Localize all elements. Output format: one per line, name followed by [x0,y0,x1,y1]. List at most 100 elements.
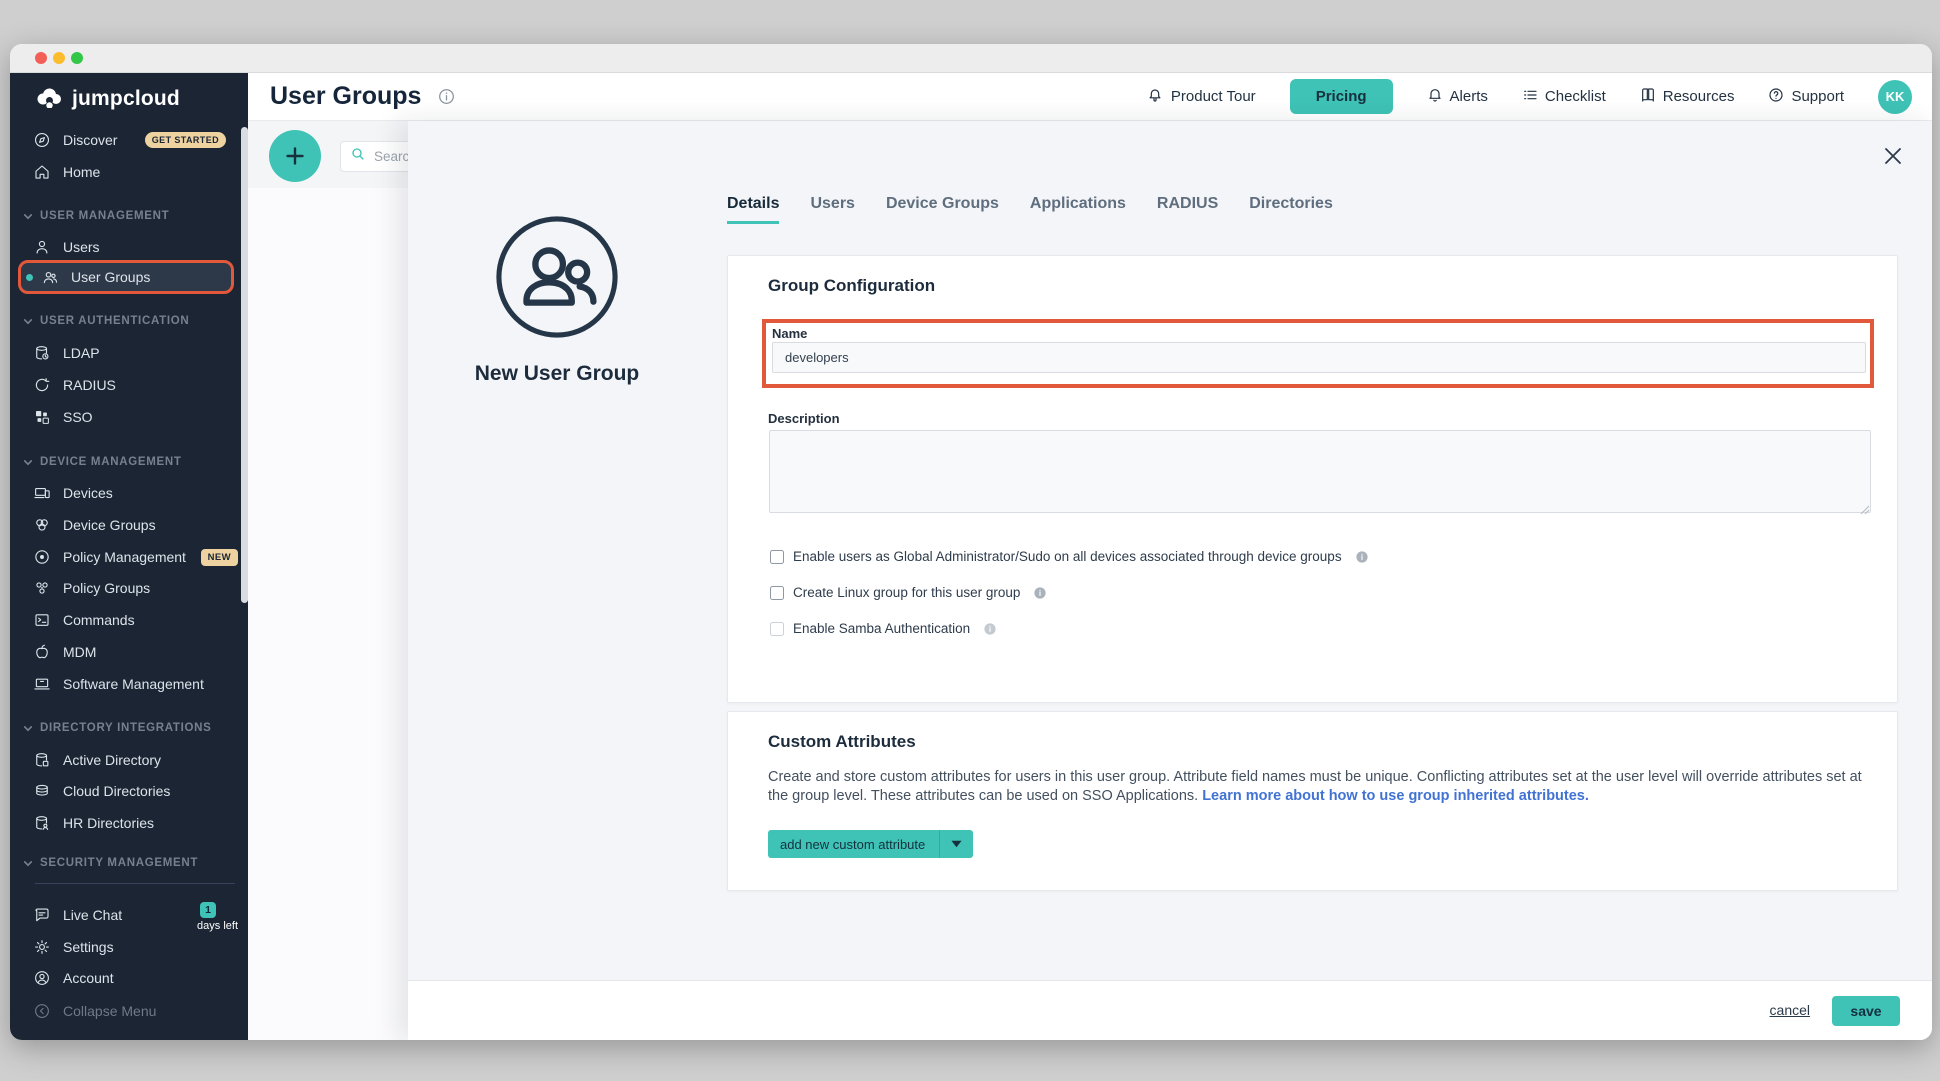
sidebar-item-mdm[interactable]: MDM [10,637,248,667]
info-icon[interactable] [438,88,455,105]
sidebar-section-directory-integrations[interactable]: DIRECTORY INTEGRATIONS [10,713,248,743]
sidebar-item-device-groups[interactable]: Device Groups [10,510,248,540]
sidebar-item-account[interactable]: Account [10,963,248,993]
bell-icon [1427,87,1443,107]
circular-arrow-icon [33,376,51,394]
circle-cluster-icon [33,579,51,597]
tab-users[interactable]: Users [810,195,854,224]
checklist-icon [1522,87,1538,107]
support-button[interactable]: Support [1768,87,1844,107]
sidebar-item-cloud-directories[interactable]: Cloud Directories [10,776,248,806]
name-field-annotation: Name [762,319,1874,388]
add-user-group-button[interactable] [269,130,321,182]
chat-bubble-icon [33,906,51,924]
new-badge: NEW [201,549,238,566]
sidebar-item-software-management[interactable]: Software Management [10,669,248,699]
add-custom-attribute-button[interactable]: add new custom attribute [768,830,973,858]
jumpcloud-cloud-icon [34,86,64,113]
sidebar-item-collapse-menu[interactable]: Collapse Menu [10,996,248,1026]
resize-handle-icon[interactable] [1860,502,1870,520]
info-icon[interactable] [983,622,997,636]
trial-days-badge: 1 [200,902,216,918]
tab-applications[interactable]: Applications [1030,195,1126,224]
sidebar-item-radius[interactable]: RADIUS [10,370,248,400]
sidebar-section-user-management[interactable]: USER MANAGEMENT [10,201,248,231]
sidebar-item-commands[interactable]: Commands [10,605,248,635]
header-actions: Product Tour Pricing Alerts Checklist Re… [1148,79,1912,114]
database-square-icon [33,751,51,769]
venn-circles-icon [33,516,51,534]
home-icon [33,163,51,181]
minimize-window-button[interactable] [53,52,65,64]
new-user-group-label: New User Group [437,362,677,386]
alerts-button[interactable]: Alerts [1427,87,1488,107]
database-clock-icon [33,344,51,362]
tab-radius[interactable]: RADIUS [1157,195,1218,224]
checklist-button[interactable]: Checklist [1522,87,1606,107]
page-title: User Groups [270,82,421,111]
get-started-badge: GET STARTED [145,132,226,148]
sidebar-item-settings[interactable]: Settings [10,932,248,962]
sidebar-item-ldap[interactable]: LDAP [10,338,248,368]
tab-directories[interactable]: Directories [1249,195,1333,224]
modal-tabs: Details Users Device Groups Applications… [727,195,1333,224]
group-configuration-title: Group Configuration [768,276,935,296]
cancel-button[interactable]: cancel [1770,1002,1810,1018]
desktop-background: jumpcloud Discover GET STARTED Home USER… [0,0,1940,1081]
sidebar-item-sso[interactable]: SSO [10,402,248,432]
gear-icon [33,938,51,956]
user-circle-icon [33,969,51,987]
cloud-stack-icon [33,782,51,800]
info-icon[interactable] [1355,550,1369,564]
book-icon [1640,87,1656,107]
close-window-button[interactable] [35,52,47,64]
zoom-window-button[interactable] [71,52,83,64]
page-header: User Groups Product Tour Pricing Alerts … [248,73,1932,121]
sidebar-item-devices[interactable]: Devices [10,478,248,508]
global-admin-checkbox[interactable] [770,550,784,564]
custom-attributes-card: Custom Attributes Create and store custo… [727,711,1898,891]
close-icon[interactable] [1881,144,1905,168]
apple-icon [33,643,51,661]
sidebar-item-policy-management[interactable]: Policy Management NEW [10,542,248,572]
window-titlebar [10,44,1932,73]
sidebar-section-device-management[interactable]: DEVICE MANAGEMENT [10,447,248,477]
sidebar-scrollbar[interactable] [241,127,248,603]
samba-checkbox[interactable] [770,622,784,636]
info-icon[interactable] [1033,586,1047,600]
modal-footer: cancel save [408,980,1932,1040]
caret-down-icon [940,840,973,848]
linux-group-checkbox-row: Create Linux group for this user group [770,585,1047,600]
sidebar-item-home[interactable]: Home [10,157,248,187]
sidebar-item-users[interactable]: Users [10,232,248,262]
tab-details[interactable]: Details [727,195,779,224]
group-name-input[interactable] [772,342,1866,373]
save-button[interactable]: save [1832,996,1900,1026]
global-admin-checkbox-row: Enable users as Global Administrator/Sud… [770,549,1369,564]
sidebar-divider [35,883,235,884]
resources-button[interactable]: Resources [1640,87,1735,107]
sidebar-section-security-management[interactable]: SECURITY MANAGEMENT [10,848,248,878]
description-textarea[interactable] [769,430,1871,513]
group-configuration-card: Group Configuration Name Description Ena… [727,255,1898,703]
sidebar-item-policy-groups[interactable]: Policy Groups [10,573,248,603]
user-group-icon [41,268,59,286]
chevron-down-icon [23,317,33,326]
custom-attributes-description: Create and store custom attributes for u… [768,768,1876,806]
inherited-attributes-link[interactable]: Learn more about how to use group inheri… [1202,788,1589,804]
sidebar-item-active-directory[interactable]: Active Directory [10,745,248,775]
logo-wordmark: jumpcloud [72,87,180,111]
avatar[interactable]: KK [1878,80,1912,114]
product-tour-button[interactable]: Product Tour [1148,87,1256,107]
grid-squares-icon [33,408,51,426]
question-circle-icon [1768,87,1784,107]
chevron-down-icon [23,458,33,467]
sidebar-section-user-authentication[interactable]: USER AUTHENTICATION [10,306,248,336]
linux-group-checkbox[interactable] [770,586,784,600]
sidebar-item-user-groups-active[interactable]: User Groups [18,260,234,294]
sidebar-item-discover[interactable]: Discover GET STARTED [10,125,248,155]
tab-device-groups[interactable]: Device Groups [886,195,999,224]
pricing-button[interactable]: Pricing [1290,79,1393,114]
sidebar-item-hr-directories[interactable]: HR Directories [10,808,248,838]
app-window: jumpcloud Discover GET STARTED Home USER… [10,44,1932,1040]
